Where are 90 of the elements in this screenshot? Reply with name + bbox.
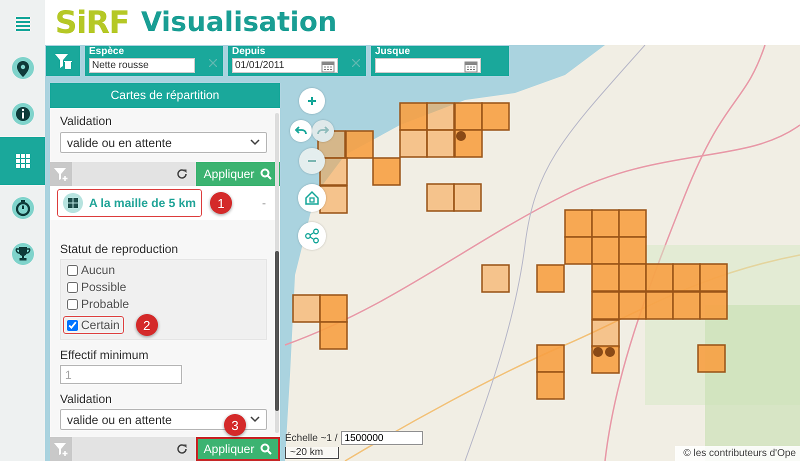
- field-label: Effectif minimum: [60, 348, 150, 362]
- plus-icon: [307, 96, 317, 106]
- search-icon: [260, 443, 272, 455]
- grid-square: [536, 264, 565, 293]
- input-field[interactable]: Nette rousse: [89, 58, 195, 73]
- grid-square: [454, 129, 483, 158]
- scrollbar-thumb[interactable]: [275, 251, 279, 411]
- undo-arrow-icon: [295, 126, 307, 136]
- refresh-icon[interactable]: [176, 443, 188, 455]
- grid-square: [618, 263, 647, 292]
- redo-arrow-icon: [317, 126, 329, 136]
- checkbox-label: Certain: [81, 318, 120, 332]
- grid-square: [697, 344, 726, 373]
- grid-square: [399, 129, 428, 158]
- grid-square: [591, 236, 620, 265]
- filter-label: Jusque: [375, 46, 412, 58]
- field-label: Statut de reproduction: [60, 242, 180, 256]
- observation-dot: [593, 347, 603, 357]
- grid-square: [591, 319, 620, 348]
- observation-dot: [456, 131, 466, 141]
- grid-square: [319, 321, 348, 350]
- calendar-icon: [464, 58, 478, 72]
- observation-dot: [605, 347, 615, 357]
- filter-plus-icon: [53, 441, 69, 457]
- share-icon: [304, 228, 320, 244]
- grid-square: [591, 209, 620, 238]
- grid-square: [672, 291, 701, 320]
- grid-square: [372, 157, 401, 186]
- date-field[interactable]: 01/01/2011: [232, 58, 338, 73]
- field-label: Validation: [60, 392, 113, 406]
- filter-trash-icon: [54, 52, 72, 70]
- grid-square: [319, 157, 348, 186]
- checkbox[interactable]: [67, 282, 78, 292]
- grid-square: [481, 102, 510, 131]
- field-label: Validation: [60, 114, 113, 128]
- logo: SiRF: [55, 4, 129, 40]
- grid-square: [618, 291, 647, 320]
- grid-square: [319, 294, 348, 323]
- grid-square: [454, 102, 483, 131]
- search-icon: [260, 168, 272, 180]
- grid-square: [645, 263, 674, 292]
- grid-square: [564, 209, 593, 238]
- grid-square: [672, 263, 701, 292]
- grid-icon: [63, 193, 83, 213]
- refresh-icon[interactable]: [176, 168, 188, 180]
- input-field[interactable]: 1: [60, 365, 182, 384]
- checkbox[interactable]: [67, 264, 78, 276]
- menu-icon[interactable]: [14, 14, 30, 30]
- home-icon: [304, 190, 320, 206]
- chevron-down-icon: [250, 416, 260, 423]
- checkbox-label: Aucun: [81, 263, 116, 277]
- step-badge: 1: [210, 192, 232, 214]
- grid-square: [345, 130, 374, 159]
- grid-square: [564, 236, 593, 265]
- grid-square: [591, 263, 620, 292]
- grid-square: [618, 209, 647, 238]
- scale-input[interactable]: 1500000: [340, 431, 423, 445]
- grid-square: [426, 102, 455, 131]
- panel-title: Cartes de répartition: [50, 83, 280, 108]
- calendar-icon: [321, 58, 335, 72]
- value-text: -: [262, 196, 266, 210]
- grid-square: [426, 183, 455, 212]
- validation-select[interactable]: valide ou en attente: [60, 132, 267, 153]
- grid-square: [536, 371, 565, 400]
- attribution-text: © les contributeurs d'Ope: [675, 446, 800, 461]
- grid-square: [618, 236, 647, 265]
- filter-plus-icon: [53, 166, 69, 182]
- page-title: Visualisation: [141, 7, 337, 38]
- checkbox[interactable]: [67, 298, 78, 310]
- step-badge: 2: [136, 314, 158, 336]
- date-field[interactable]: [375, 58, 481, 73]
- checkbox-label: Probable: [81, 297, 130, 311]
- grid-square: [536, 344, 565, 373]
- grid-square: [645, 291, 674, 320]
- filter-clear-button[interactable]: [46, 46, 80, 76]
- filter-label: Espèce: [89, 46, 126, 58]
- grid-square: [699, 263, 728, 292]
- scale-label: Échelle ~1 /: [285, 432, 338, 444]
- chevron-down-icon: [250, 139, 260, 146]
- checkbox-label: Possible: [81, 280, 126, 294]
- checkbox[interactable]: [67, 320, 78, 330]
- grid-square: [699, 291, 728, 320]
- grid-square: [399, 102, 428, 131]
- filter-label: Depuis: [232, 46, 266, 58]
- scale-bar: ~20 km: [285, 447, 339, 459]
- grid-square: [292, 294, 321, 323]
- grid-square: [481, 264, 510, 293]
- grid-square: [426, 129, 455, 158]
- grid-square: [591, 291, 620, 320]
- grid-square: [453, 183, 482, 212]
